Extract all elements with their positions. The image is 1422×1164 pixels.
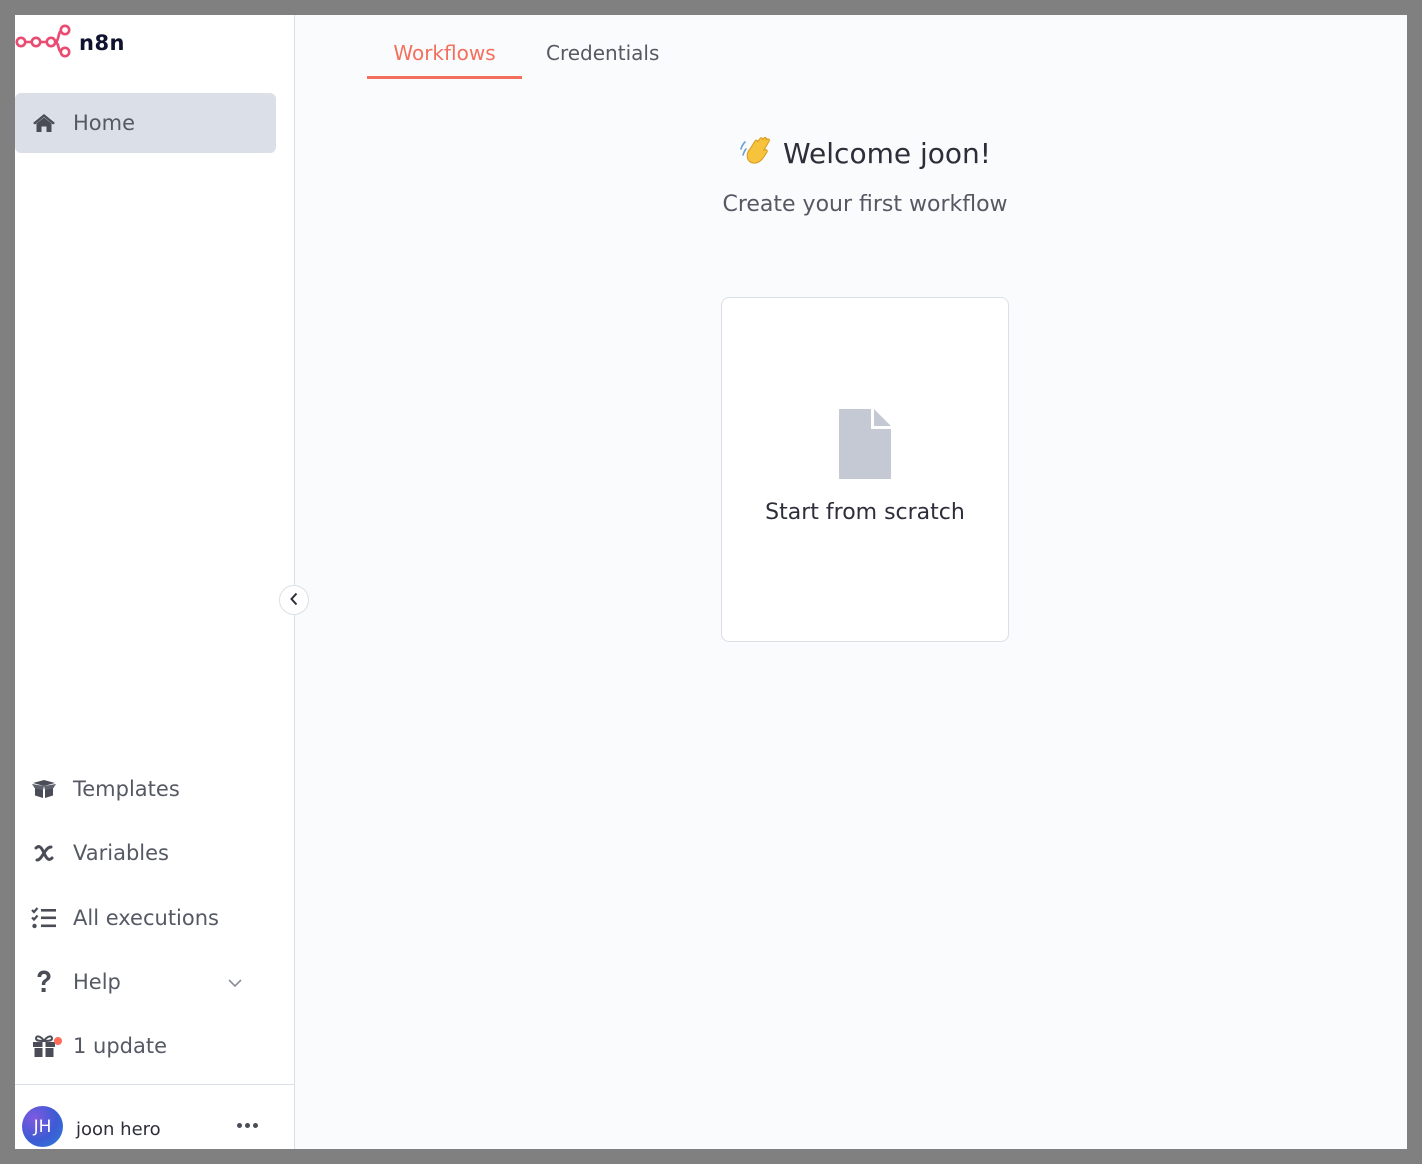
sidebar-item-label: Templates: [73, 777, 180, 801]
sidebar-divider: [15, 1084, 294, 1085]
user-menu: JH joon hero: [15, 1099, 294, 1149]
question-icon: [15, 969, 73, 995]
welcome-title: Welcome joon!: [783, 137, 991, 170]
sidebar-item-label: Help: [73, 970, 121, 994]
sidebar-item-label: Home: [73, 111, 136, 135]
wave-icon: [739, 135, 773, 172]
gift-icon: [15, 1034, 73, 1058]
update-badge-dot: [54, 1037, 62, 1045]
sidebar-item-help[interactable]: Help: [15, 957, 276, 1007]
avatar[interactable]: JH: [22, 1106, 63, 1147]
chevron-down-icon[interactable]: [227, 973, 243, 992]
welcome-heading: Welcome joon!: [721, 135, 1009, 172]
tab-workflows[interactable]: Workflows: [367, 37, 522, 79]
brand-name: n8n: [79, 31, 126, 55]
sidebar-item-label: Variables: [73, 841, 169, 865]
sidebar-item-all-executions[interactable]: All executions: [15, 893, 276, 943]
sidebar: n8n Home Templates Variables All executi…: [15, 15, 295, 1149]
sidebar-item-variables[interactable]: Variables: [15, 828, 276, 878]
tab-credentials[interactable]: Credentials: [546, 37, 659, 79]
logo[interactable]: n8n: [15, 23, 126, 63]
n8n-logo-icon: [15, 23, 73, 63]
welcome-subtitle: Create your first workflow: [722, 192, 1008, 217]
tasks-list-icon: [15, 907, 73, 929]
document-icon: [837, 407, 893, 485]
sidebar-item-label: All executions: [73, 906, 219, 930]
start-from-scratch-label: Start from scratch: [765, 500, 965, 525]
app-window: n8n Home Templates Variables All executi…: [15, 15, 1407, 1149]
collapse-sidebar-button[interactable]: [279, 585, 309, 615]
sidebar-item-home[interactable]: Home: [15, 93, 276, 153]
more-options-icon[interactable]: [237, 1123, 258, 1128]
chevron-left-icon: [289, 591, 299, 610]
sidebar-item-updates[interactable]: 1 update: [15, 1021, 276, 1071]
start-from-scratch-card[interactable]: Start from scratch: [721, 297, 1009, 642]
home-icon: [15, 113, 73, 133]
box-open-icon: [15, 778, 73, 800]
user-name: joon hero: [76, 1119, 161, 1140]
variable-x-icon: [15, 842, 73, 864]
sidebar-item-templates[interactable]: Templates: [15, 764, 276, 814]
sidebar-item-label: 1 update: [73, 1034, 168, 1058]
